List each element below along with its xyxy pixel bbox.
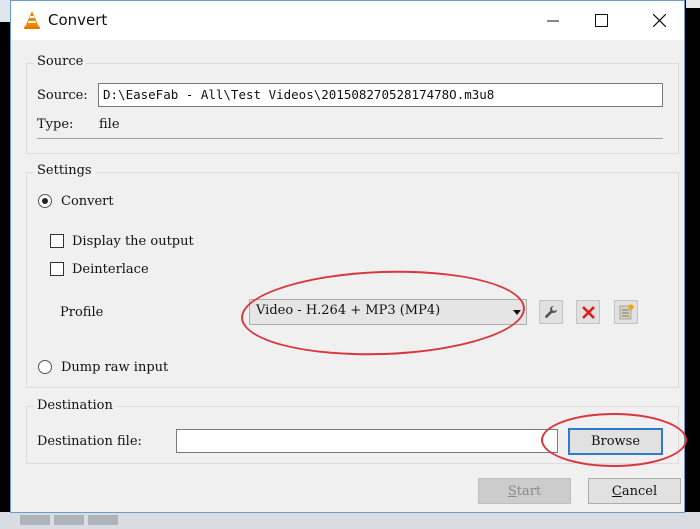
convert-radio-label[interactable]: Convert: [61, 194, 114, 209]
chevron-down-icon: [513, 310, 521, 315]
delete-profile-button[interactable]: [576, 300, 600, 324]
wrench-icon: [545, 306, 557, 318]
profile-label: Profile: [60, 305, 104, 320]
display-output-checkbox[interactable]: [50, 234, 64, 248]
source-group-title: Source: [34, 54, 87, 69]
new-profile-button[interactable]: [614, 300, 638, 324]
source-label: Source:: [37, 88, 88, 103]
dump-raw-radio[interactable]: [38, 360, 52, 374]
start-label-rest: tart: [516, 483, 542, 499]
close-button[interactable]: [636, 1, 682, 40]
start-mnemonic: S: [507, 483, 517, 499]
background-taskbar-item: [54, 515, 84, 525]
browse-button[interactable]: Browse: [568, 428, 663, 455]
close-icon: [652, 14, 666, 27]
title-bar[interactable]: Convert: [11, 1, 684, 40]
convert-dialog: Convert Source Source: D:\EaseFab - All\…: [10, 0, 687, 513]
start-button[interactable]: Start: [478, 478, 571, 504]
type-label: Type:: [37, 117, 74, 132]
background-window-edge-right: [686, 0, 700, 8]
new-profile-icon: [619, 304, 634, 320]
deinterlace-checkbox[interactable]: [50, 262, 64, 276]
red-x-icon: [581, 305, 595, 319]
cancel-mnemonic: C: [611, 483, 622, 499]
convert-radio[interactable]: [38, 194, 52, 208]
destination-group-title: Destination: [34, 398, 116, 413]
edit-profile-button[interactable]: [539, 300, 563, 324]
background-taskbar-item: [88, 515, 118, 525]
window-title: Convert: [48, 11, 108, 29]
cancel-button[interactable]: Cancel: [588, 478, 681, 504]
source-divider: [37, 138, 663, 139]
profile-combo-value: Video - H.264 + MP3 (MP4): [256, 303, 441, 318]
display-output-label[interactable]: Display the output: [72, 234, 194, 249]
vlc-cone-icon: [24, 11, 40, 29]
type-value: file: [99, 117, 120, 132]
destination-file-input[interactable]: [176, 429, 558, 453]
maximize-icon: [594, 14, 608, 27]
profile-combo[interactable]: Video - H.264 + MP3 (MP4): [249, 299, 527, 325]
source-input[interactable]: D:\EaseFab - All\Test Videos\20150827052…: [98, 83, 663, 107]
cancel-label-rest: ancel: [621, 483, 658, 499]
settings-group-title: Settings: [34, 163, 95, 178]
deinterlace-label[interactable]: Deinterlace: [72, 262, 149, 277]
minimize-icon: [547, 20, 559, 21]
maximize-button[interactable]: [578, 1, 624, 40]
background-taskbar: [0, 512, 700, 529]
dump-raw-label[interactable]: Dump raw input: [61, 360, 168, 375]
destination-file-label: Destination file:: [37, 434, 142, 449]
background-taskbar-item: [20, 515, 50, 525]
settings-group: [26, 172, 679, 388]
source-group: [26, 63, 679, 154]
minimize-button[interactable]: [530, 1, 576, 40]
background-window-edge: [0, 0, 10, 22]
